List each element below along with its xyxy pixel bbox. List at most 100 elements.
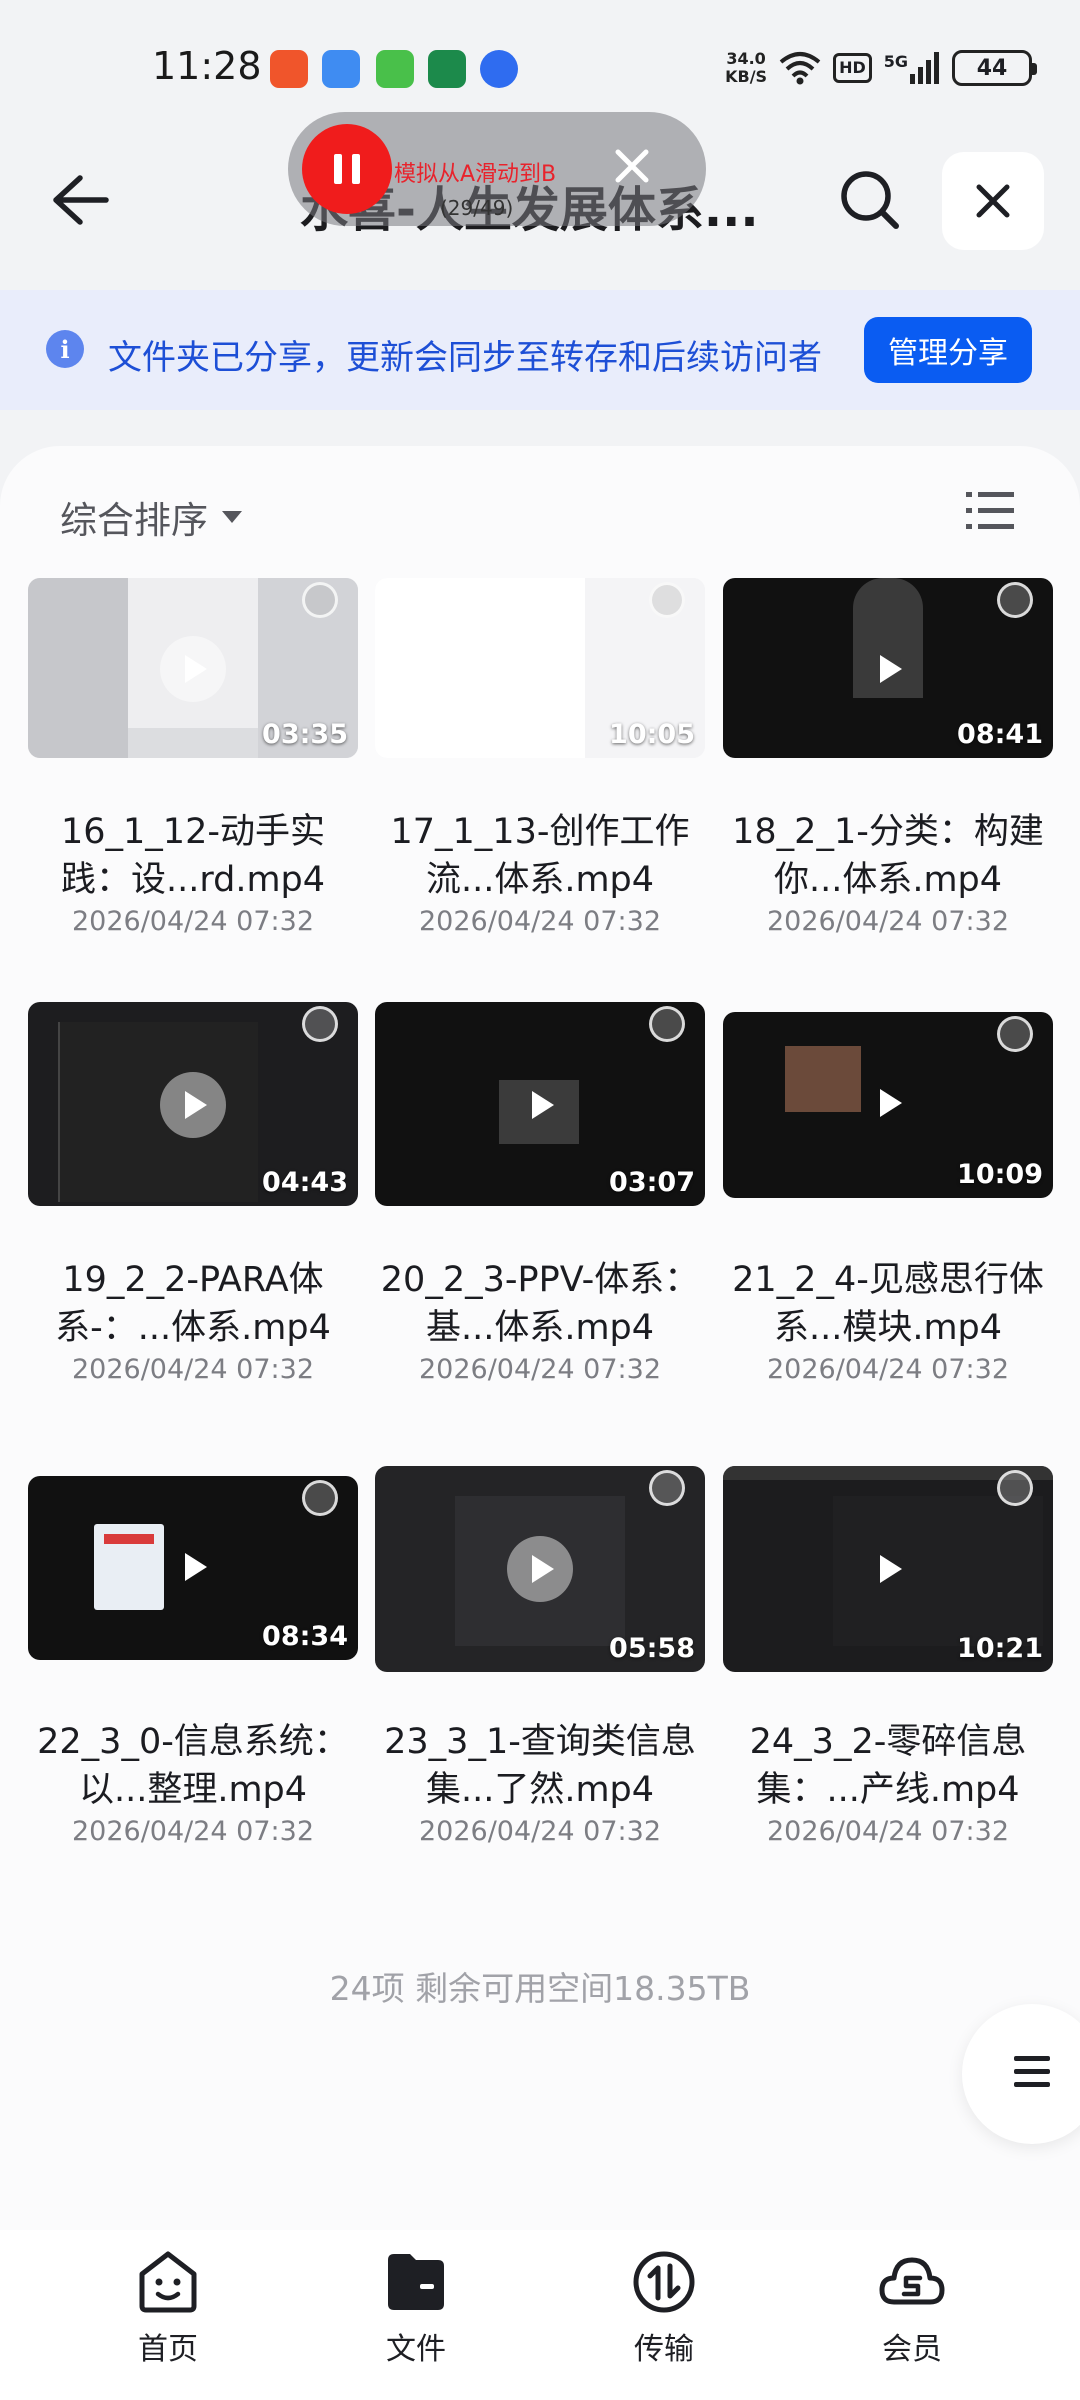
recorder-label: 模拟从A滑动到B (394, 162, 557, 187)
select-checkbox[interactable] (302, 1480, 338, 1516)
wifi-icon (779, 52, 821, 85)
net-speed-value: 34.0 (726, 49, 766, 68)
select-checkbox[interactable] (997, 1470, 1033, 1506)
nav-item-home[interactable]: 首页 (88, 2244, 248, 2368)
file-tile[interactable]: 10:21 24_3_2-零碎信息集：...产线.mp4 2026/04/24 … (723, 1466, 1053, 1847)
sort-label: 综合排序 (60, 499, 208, 542)
video-duration: 10:21 (957, 1633, 1043, 1664)
signal-indicator: 5G (884, 52, 940, 84)
app-notification-icon (322, 50, 360, 88)
file-name: 24_3_2-零碎信息集：...产线.mp4 (749, 1722, 1027, 1810)
folder-icon (388, 2254, 444, 2310)
battery-indicator: 44 (952, 50, 1037, 86)
select-checkbox[interactable] (649, 1470, 685, 1506)
close-icon (976, 184, 1010, 218)
file-tile[interactable]: 03:07 20_2_3-PPV-体系：基...体系.mp4 2026/04/2… (375, 1002, 705, 1385)
file-date: 2026/04/24 07:32 (418, 1816, 661, 1847)
transfer-icon (633, 2251, 695, 2313)
file-name: 16_1_12-动手实践：设...rd.mp4 (60, 812, 326, 900)
select-checkbox[interactable] (649, 582, 685, 618)
nav-item-files[interactable]: 文件 (336, 2244, 496, 2368)
file-date: 2026/04/24 07:32 (766, 1354, 1009, 1385)
video-thumbnail: 10:05 (375, 578, 705, 758)
file-list-panel: 综合排序 03:35 16_1_12-动手实践：设...rd.mp4 2026/… (0, 446, 1080, 2266)
video-duration: 04:43 (262, 1167, 348, 1198)
select-checkbox[interactable] (997, 1016, 1033, 1052)
file-tile[interactable]: 03:35 16_1_12-动手实践：设...rd.mp4 2026/04/24… (28, 578, 358, 937)
membership-cloud-icon (879, 2257, 945, 2305)
file-name: 21_2_4-见感思行体系...模块.mp4 (732, 1260, 1044, 1348)
video-thumbnail: 03:07 (375, 1002, 705, 1206)
signal-label: 5G (883, 52, 908, 71)
video-duration: 05:58 (609, 1633, 695, 1664)
list-view-icon[interactable] (966, 490, 1014, 532)
video-thumbnail: 08:34 (28, 1476, 358, 1660)
file-date: 2026/04/24 07:32 (766, 906, 1009, 937)
app-notification-icon (480, 50, 518, 88)
select-checkbox[interactable] (302, 582, 338, 618)
home-face-icon (139, 2251, 197, 2313)
file-name: 20_2_3-PPV-体系：基...体系.mp4 (380, 1260, 700, 1348)
search-button[interactable] (830, 160, 910, 240)
nav-label: 传输 (634, 2332, 694, 2367)
close-button[interactable] (942, 152, 1044, 250)
select-checkbox[interactable] (649, 1006, 685, 1042)
back-button[interactable] (40, 160, 120, 240)
video-duration: 10:05 (609, 719, 695, 750)
sort-dropdown[interactable]: 综合排序 (60, 490, 242, 544)
share-banner: i 文件夹已分享，更新会同步至转存和后续访问者 管理分享 (0, 290, 1080, 410)
nav-item-membership[interactable]: 会员 (832, 2244, 992, 2368)
select-checkbox[interactable] (302, 1006, 338, 1042)
nav-label: 会员 (882, 2332, 942, 2367)
recorder-pause-button[interactable] (302, 124, 392, 214)
file-tile[interactable]: 08:41 18_2_1-分类：构建你...体系.mp4 2026/04/24 … (723, 578, 1053, 937)
file-name: 23_3_1-查询类信息集...了然.mp4 (384, 1722, 696, 1810)
play-icon (160, 1534, 226, 1600)
app-notification-icon (428, 50, 466, 88)
play-icon (160, 636, 226, 702)
video-duration: 03:35 (262, 719, 348, 750)
play-icon (507, 636, 573, 702)
manage-share-button[interactable]: 管理分享 (864, 317, 1032, 383)
file-tile[interactable]: 04:43 19_2_2-PARA体系-：...体系.mp4 2026/04/2… (28, 1002, 358, 1385)
video-duration: 03:07 (609, 1167, 695, 1198)
chevron-down-icon (222, 511, 242, 523)
file-name: 22_3_0-信息系统：以...整理.mp4 (37, 1722, 349, 1810)
video-thumbnail: 04:43 (28, 1002, 358, 1206)
video-thumbnail: 10:09 (723, 1012, 1053, 1198)
file-date: 2026/04/24 07:32 (766, 1816, 1009, 1847)
menu-icon (1014, 2056, 1050, 2095)
file-tile[interactable]: 05:58 23_3_1-查询类信息集...了然.mp4 2026/04/24 … (375, 1466, 705, 1847)
app-notification-icon (270, 50, 308, 88)
file-date: 2026/04/24 07:32 (71, 906, 314, 937)
video-thumbnail: 05:58 (375, 1466, 705, 1672)
signal-bars-icon (910, 52, 939, 84)
recorder-close-button[interactable] (606, 140, 658, 192)
file-tile[interactable]: 10:09 21_2_4-见感思行体系...模块.mp4 2026/04/24 … (723, 1012, 1053, 1385)
video-duration: 08:41 (957, 719, 1043, 750)
play-icon (160, 1072, 226, 1138)
file-date: 2026/04/24 07:32 (71, 1354, 314, 1385)
file-name: 19_2_2-PARA体系-：...体系.mp4 (55, 1260, 331, 1348)
play-icon (855, 1536, 921, 1602)
play-icon (507, 1072, 573, 1138)
video-thumbnail: 10:21 (723, 1466, 1053, 1672)
file-date: 2026/04/24 07:32 (71, 1816, 314, 1847)
file-date: 2026/04/24 07:32 (418, 1354, 661, 1385)
nav-item-transfer[interactable]: 传输 (584, 2244, 744, 2368)
file-tile[interactable]: 10:05 17_1_13-创作工作流...体系.mp4 2026/04/24 … (375, 578, 705, 937)
file-name: 18_2_1-分类：构建你...体系.mp4 (732, 812, 1044, 900)
file-date: 2026/04/24 07:32 (418, 906, 661, 937)
hd-badge: HD (833, 53, 872, 83)
storage-summary: 24项 剩余可用空间18.35TB (329, 1969, 751, 2008)
share-banner-text: 文件夹已分享，更新会同步至转存和后续访问者 (108, 338, 822, 378)
play-icon (855, 1070, 921, 1136)
close-icon (615, 149, 649, 183)
file-tile[interactable]: 08:34 22_3_0-信息系统：以...整理.mp4 2026/04/24 … (28, 1476, 358, 1847)
recorder-overlay: 模拟从A滑动到B (29/49) (288, 112, 706, 226)
play-icon (855, 636, 921, 702)
video-thumbnail: 08:41 (723, 578, 1053, 758)
select-checkbox[interactable] (997, 582, 1033, 618)
video-duration: 08:34 (262, 1621, 348, 1652)
play-icon (507, 1536, 573, 1602)
